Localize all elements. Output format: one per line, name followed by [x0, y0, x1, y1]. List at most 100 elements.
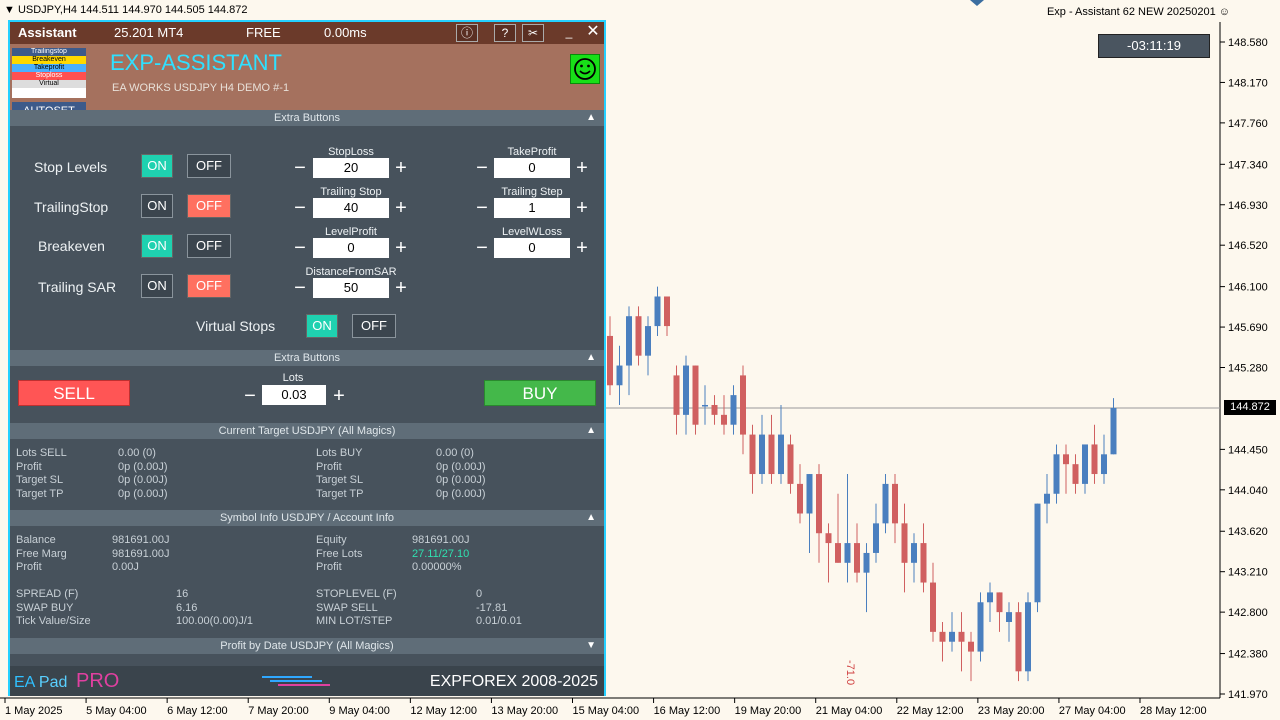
- candle: [702, 385, 708, 425]
- status-smiley-button[interactable]: [570, 54, 600, 84]
- buy-button[interactable]: BUY: [484, 380, 596, 406]
- takeprofit-minus-button[interactable]: −: [474, 158, 490, 178]
- trailing-step-plus-button[interactable]: +: [574, 198, 590, 218]
- virtual-stops-off-button[interactable]: OFF: [352, 314, 396, 338]
- x-tick-label: 7 May 20:00: [248, 705, 309, 717]
- section-profit-by-date[interactable]: Profit by Date USDJPY (All Magics) ▼: [10, 638, 604, 654]
- section-symbol-info[interactable]: Symbol Info USDJPY / Account Info ▲: [10, 510, 604, 526]
- logo-line: Trailingstop: [12, 48, 86, 56]
- y-tick-label: 143.210: [1228, 567, 1268, 579]
- info-label: SWAP SELL: [316, 601, 378, 614]
- spread-value: 16: [176, 588, 189, 600]
- info-label: SWAP BUY: [16, 601, 74, 614]
- info-label: Target TP: [316, 487, 364, 500]
- level-profit-minus-button[interactable]: −: [292, 238, 308, 258]
- trailing-sar-off-button[interactable]: OFF: [187, 274, 231, 298]
- x-tick-label: 27 May 04:00: [1059, 705, 1126, 717]
- trailing-stop-off-button[interactable]: OFF: [187, 194, 231, 218]
- assistant-panel: Assistant 25.201 MT4 FREE 0.00ms ⓘ ? ✂ _…: [8, 20, 606, 696]
- level-profit-label: LevelProfit: [325, 226, 377, 238]
- candle-body: [835, 543, 841, 563]
- y-tick-label: 146.930: [1228, 200, 1268, 212]
- section-title: Symbol Info USDJPY / Account Info: [219, 512, 395, 524]
- candle-body: [901, 523, 908, 563]
- distance-sar-label: DistanceFromSAR: [305, 266, 397, 278]
- trailing-step-input[interactable]: 1: [494, 198, 570, 218]
- stop-levels-on-button[interactable]: ON: [141, 154, 173, 178]
- candle: [626, 306, 632, 396]
- level-wloss-input[interactable]: 0: [494, 238, 570, 258]
- stop-levels-off-button[interactable]: OFF: [187, 154, 231, 178]
- current-price-tag: 144.872: [1224, 400, 1276, 415]
- virtual-stops-on-button[interactable]: ON: [306, 314, 338, 338]
- candle: [1082, 444, 1088, 494]
- minimize-icon[interactable]: _: [558, 24, 580, 42]
- section-current-target[interactable]: Current Target USDJPY (All Magics) ▲: [10, 423, 604, 439]
- trailing-sar-on-button[interactable]: ON: [141, 274, 173, 298]
- lots-plus-button[interactable]: +: [331, 386, 347, 406]
- takeprofit-input[interactable]: 0: [494, 158, 570, 178]
- ea-subtitle: EA WORKS USDJPY H4 DEMO #-1: [112, 82, 290, 94]
- close-icon[interactable]: ✕: [582, 24, 604, 42]
- expand-icon[interactable]: ▼: [586, 638, 596, 654]
- info-icon[interactable]: ⓘ: [456, 24, 478, 42]
- tools-icon[interactable]: ✂: [522, 24, 544, 42]
- help-icon[interactable]: ?: [494, 24, 516, 42]
- row-label-stop-levels: Stop Levels: [34, 159, 108, 175]
- candle-body: [616, 365, 623, 386]
- candle-body: [825, 533, 832, 544]
- x-tick-label: 5 May 04:00: [86, 705, 147, 717]
- breakeven-on-button[interactable]: ON: [141, 234, 173, 258]
- info-value: 0.00 (0): [436, 447, 474, 459]
- panel-footer: EA Pad PRO EXPFOREX 2008-2025: [10, 666, 604, 696]
- trailing-stop-on-button[interactable]: ON: [141, 194, 173, 218]
- stoploss-input[interactable]: 20: [313, 158, 389, 178]
- dropdown-triangle-icon[interactable]: ▼: [4, 4, 15, 16]
- candle-body: [873, 523, 879, 553]
- stoploss-minus-button[interactable]: −: [292, 158, 308, 178]
- info-label: Equity: [316, 534, 347, 546]
- trailing-stop-minus-button[interactable]: −: [292, 198, 308, 218]
- candle: [1053, 444, 1060, 504]
- collapse-icon[interactable]: ▲: [586, 350, 596, 366]
- candle-body: [996, 592, 1003, 613]
- account-left-values: 981691.00J 981691.00J 0.00J: [112, 534, 170, 575]
- candle: [787, 434, 794, 494]
- candle-body: [844, 543, 851, 563]
- x-tick-label: 12 May 12:00: [410, 705, 477, 717]
- candle: [1044, 474, 1050, 524]
- level-profit-plus-button[interactable]: +: [393, 238, 409, 258]
- y-tick-label: 143.620: [1228, 526, 1268, 538]
- collapse-icon[interactable]: ▲: [586, 510, 596, 526]
- takeprofit-plus-button[interactable]: +: [574, 158, 590, 178]
- distance-sar-plus-button[interactable]: +: [393, 278, 409, 298]
- info-label: Target TP: [16, 487, 64, 500]
- distance-sar-minus-button[interactable]: −: [292, 278, 308, 298]
- candle-body: [654, 296, 661, 327]
- level-wloss-minus-button[interactable]: −: [474, 238, 490, 258]
- section-extra-buttons-2[interactable]: Extra Buttons ▲: [10, 350, 604, 366]
- eapad-brand[interactable]: EA Pad: [14, 674, 67, 692]
- breakeven-off-button[interactable]: OFF: [187, 234, 231, 258]
- sell-button[interactable]: SELL: [18, 380, 130, 406]
- ea-logo: Trailingstop Breakeven Takeprofit Stoplo…: [12, 48, 86, 98]
- candle-body: [711, 404, 718, 415]
- x-tick-label: 13 May 20:00: [491, 705, 558, 717]
- level-profit-input[interactable]: 0: [313, 238, 389, 258]
- candle: [911, 533, 917, 583]
- account-left-labels: Balance Free Marg Profit: [16, 534, 67, 575]
- collapse-icon[interactable]: ▲: [586, 423, 596, 439]
- distance-sar-input[interactable]: 50: [313, 278, 389, 298]
- brand-ea: EA: [14, 674, 35, 691]
- candle: [673, 365, 680, 435]
- trailing-step-minus-button[interactable]: −: [474, 198, 490, 218]
- lots-minus-button[interactable]: −: [242, 386, 258, 406]
- trailing-stop-input[interactable]: 40: [313, 198, 389, 218]
- level-wloss-plus-button[interactable]: +: [574, 238, 590, 258]
- section-extra-buttons-1[interactable]: Extra Buttons ▲: [10, 110, 604, 126]
- trailing-stop-plus-button[interactable]: +: [393, 198, 409, 218]
- stoploss-plus-button[interactable]: +: [393, 158, 409, 178]
- target-right-values: 0.00 (0) 0p (0.00J) 0p (0.00J) 0p (0.00J…: [436, 447, 486, 501]
- lots-input[interactable]: 0.03: [262, 385, 326, 405]
- collapse-icon[interactable]: ▲: [586, 110, 596, 126]
